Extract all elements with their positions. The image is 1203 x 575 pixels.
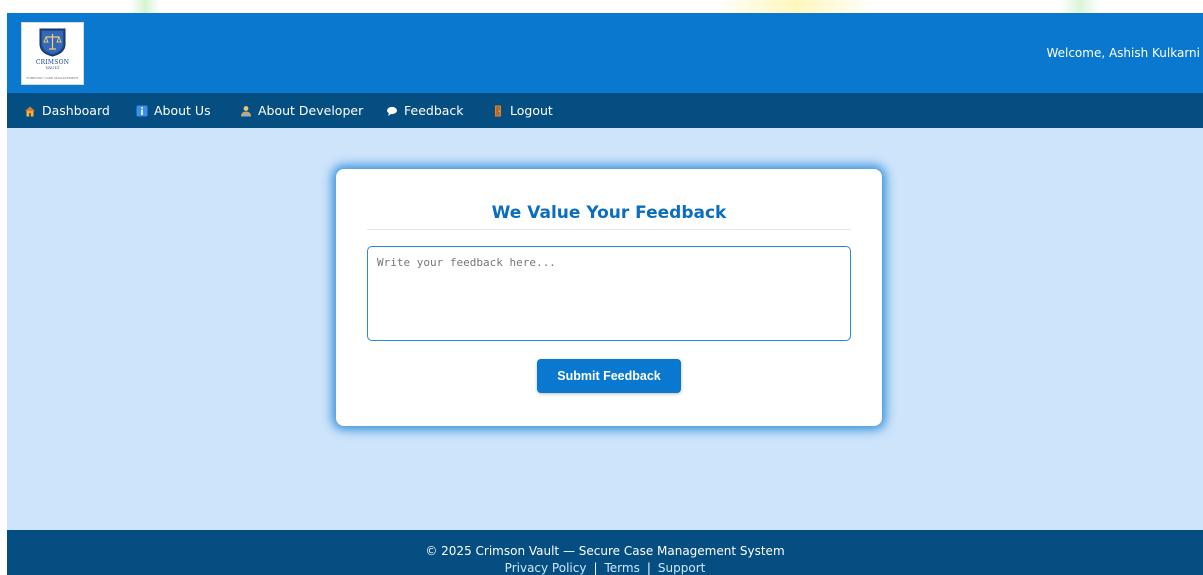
house-icon [24, 105, 36, 117]
terms-link[interactable]: Terms [605, 561, 640, 575]
nav-item-label: Dashboard [42, 103, 110, 118]
nav-item-dashboard[interactable]: Dashboard [24, 93, 110, 128]
nav-item-feedback[interactable]: Feedback [386, 93, 464, 128]
nav-item-label: Logout [510, 103, 553, 118]
footer-separator: | [646, 561, 651, 575]
footer-copyright: © 2025 Crimson Vault — Secure Case Manag… [425, 544, 785, 558]
logo[interactable]: CRIMSON VAULT FORENSIC CASE MANAGEMENT [21, 22, 84, 85]
logo-subtitle: VAULT [45, 65, 60, 70]
title-divider [367, 229, 851, 230]
feedback-textarea[interactable] [367, 246, 851, 341]
speech-bubble-icon [386, 105, 398, 117]
footer-separator: | [593, 561, 598, 575]
app-frame: CRIMSON VAULT FORENSIC CASE MANAGEMENT W… [7, 13, 1203, 575]
nav-item-label: About Developer [258, 103, 364, 118]
door-icon [492, 105, 504, 117]
logo-tagline: FORENSIC CASE MANAGEMENT [26, 76, 79, 80]
info-icon [136, 105, 148, 117]
page-title: We Value Your Feedback [491, 203, 727, 223]
welcome-message: Welcome, Ashish Kulkarni [1046, 46, 1200, 60]
footer-links: Privacy Policy | Terms | Support [7, 561, 1203, 575]
nav-item-about-us[interactable]: About Us [136, 93, 211, 128]
nav-item-label: Feedback [404, 103, 464, 118]
privacy-policy-link[interactable]: Privacy Policy [505, 561, 587, 575]
header-bar: CRIMSON VAULT FORENSIC CASE MANAGEMENT W… [7, 13, 1203, 93]
main-nav: Dashboard About Us About Developer Feedb… [7, 93, 1203, 128]
developer-icon [240, 105, 252, 117]
top-decoration [0, 0, 1203, 13]
feedback-card: We Value Your Feedback Submit Feedback [336, 169, 882, 426]
footer: © 2025 Crimson Vault — Secure Case Manag… [7, 530, 1203, 575]
submit-feedback-button[interactable]: Submit Feedback [537, 359, 681, 393]
nav-item-about-developer[interactable]: About Developer [240, 93, 363, 128]
support-link[interactable]: Support [658, 561, 705, 575]
nav-item-label: About Us [154, 103, 211, 118]
nav-item-logout[interactable]: Logout [492, 93, 553, 128]
scales-of-justice-icon [39, 28, 66, 57]
